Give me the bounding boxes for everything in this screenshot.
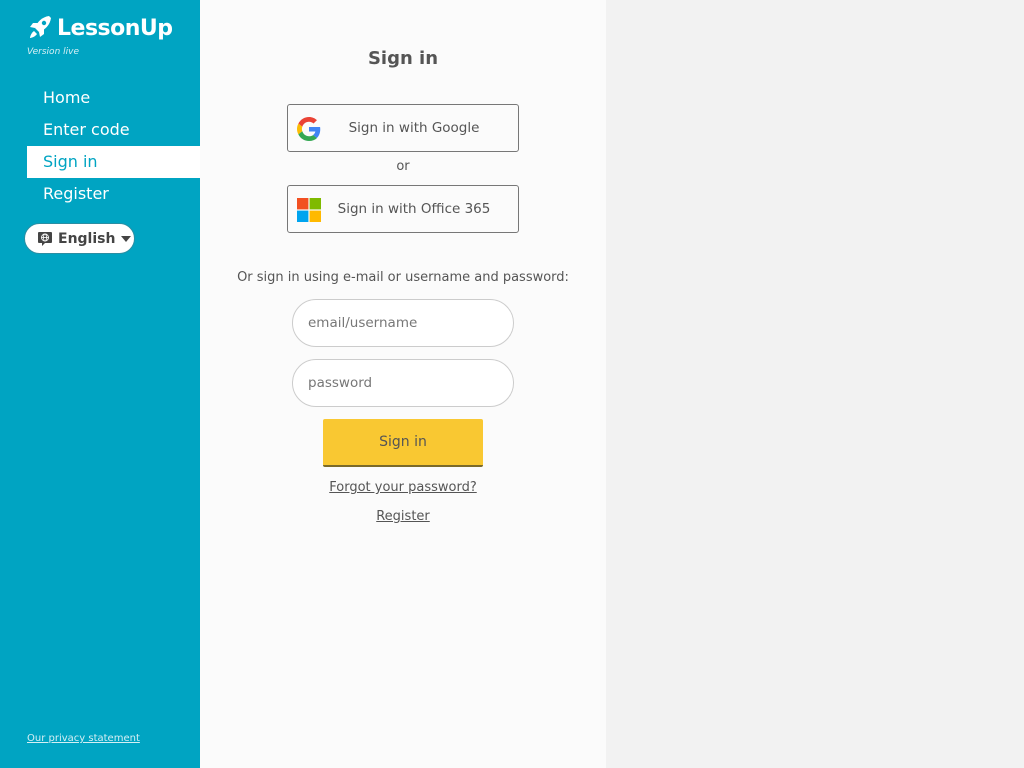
- right-background: [606, 0, 1024, 768]
- microsoft-icon: [297, 198, 321, 222]
- language-selector[interactable]: English: [24, 223, 135, 254]
- google-signin-button[interactable]: Sign in with Google: [287, 104, 519, 152]
- register-link[interactable]: Register: [376, 509, 430, 524]
- office365-signin-label: Sign in with Office 365: [337, 201, 491, 217]
- sidebar-nav: Home Enter code Sign in Register: [27, 82, 200, 210]
- sidebar-item-enter-code[interactable]: Enter code: [27, 114, 200, 146]
- caret-down-icon: [121, 235, 132, 242]
- sidebar: LessonUp Version live Home Enter code Si…: [0, 0, 200, 768]
- sidebar-item-home[interactable]: Home: [27, 82, 200, 114]
- sidebar-item-register[interactable]: Register: [27, 178, 200, 210]
- sidebar-item-sign-in[interactable]: Sign in: [27, 146, 200, 178]
- language-label: English: [58, 230, 116, 247]
- globe-icon: [38, 231, 52, 246]
- signin-panel: Sign in Sign in with Google or Sign in w…: [200, 0, 606, 768]
- logo[interactable]: LessonUp: [27, 14, 173, 42]
- version-label: Version live: [27, 47, 79, 57]
- brand-name: LessonUp: [57, 15, 173, 41]
- google-signin-label: Sign in with Google: [348, 120, 480, 136]
- signin-submit-button[interactable]: Sign in: [323, 419, 483, 467]
- alternative-signin-text: Or sign in using e-mail or username and …: [237, 270, 569, 285]
- email-username-input[interactable]: [292, 299, 514, 347]
- office365-signin-button[interactable]: Sign in with Office 365: [287, 185, 519, 233]
- forgot-password-link[interactable]: Forgot your password?: [329, 480, 477, 495]
- register-row: Register: [200, 509, 606, 524]
- rocket-icon: [30, 16, 51, 38]
- forgot-password-row: Forgot your password?: [200, 480, 606, 495]
- page-title: Sign in: [367, 48, 439, 69]
- google-icon: [297, 117, 321, 141]
- password-input[interactable]: [292, 359, 514, 407]
- privacy-link[interactable]: Our privacy statement: [27, 733, 140, 744]
- or-separator: or: [396, 159, 410, 174]
